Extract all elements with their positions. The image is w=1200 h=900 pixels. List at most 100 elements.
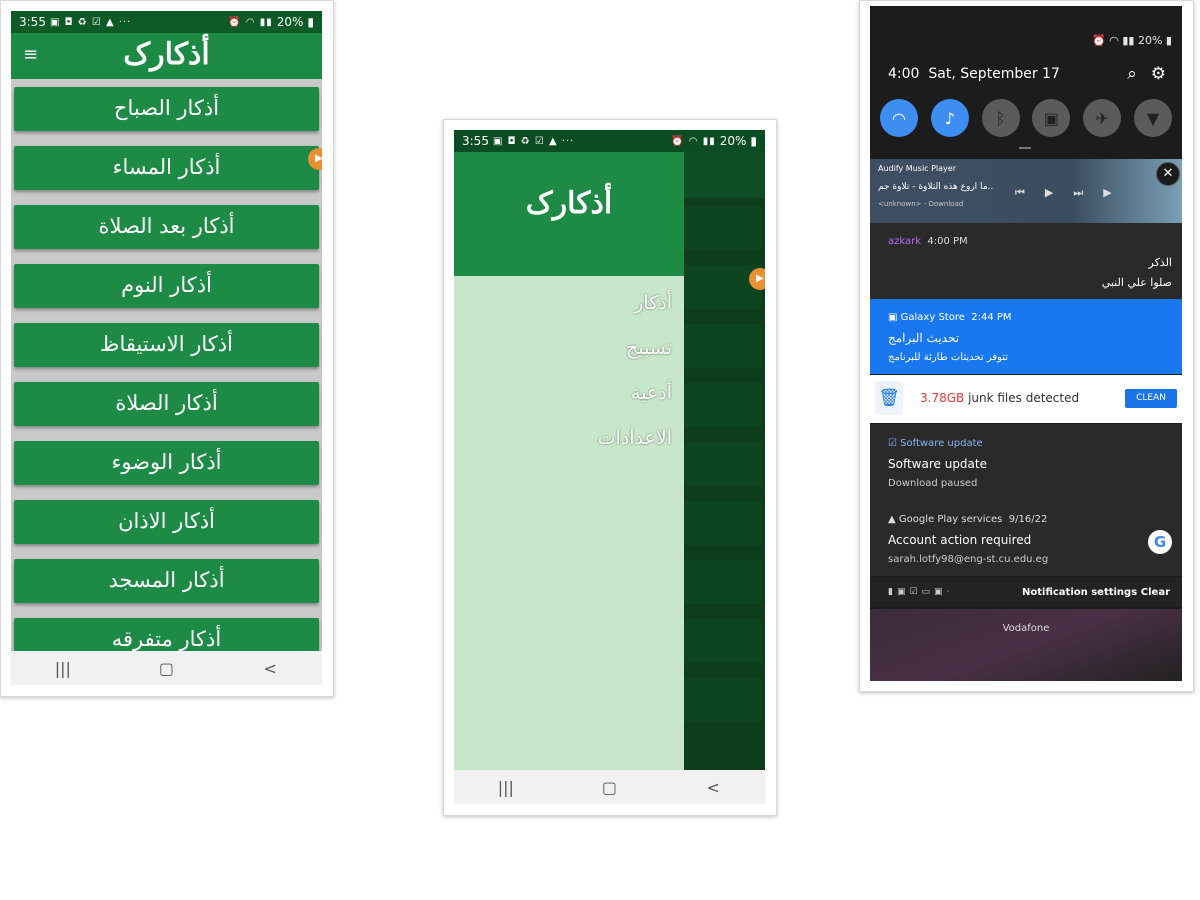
- dimmed-list-item: [684, 442, 762, 486]
- clean-button[interactable]: CLEAN: [1125, 389, 1177, 408]
- clear-button[interactable]: Clear: [1141, 587, 1170, 598]
- navigation-drawer: أذكارک أذكار تسبيح أدعية الاعدادات: [454, 152, 684, 770]
- drawer-menu: أذكار تسبيح أدعية الاعدادات: [598, 292, 672, 472]
- notification-azkark[interactable]: azkark 4:00 PM الذكر صلوا علي النبي: [870, 223, 1182, 304]
- airplane-mode-icon[interactable]: ✈: [1083, 99, 1122, 137]
- back-icon[interactable]: <: [698, 778, 728, 797]
- azkar-button-ablution[interactable]: أذكار الوضوء: [14, 441, 319, 485]
- notification-text: sarah.lotfy98@eng-st.cu.edu.eg: [888, 554, 1049, 565]
- home-icon[interactable]: ▢: [594, 778, 624, 797]
- app-bar: ≡ أذكارک: [11, 33, 322, 79]
- notification-software-update[interactable]: ☑ Software update Software update Downlo…: [870, 424, 1182, 501]
- azkar-button-waking[interactable]: أذكار الاستيقاظ: [14, 323, 319, 367]
- status-time: 3:55: [19, 15, 46, 29]
- notification-title: Software update: [888, 457, 987, 471]
- azkar-button-morning[interactable]: أذكار الصباح: [14, 87, 319, 131]
- notification-text: صلوا علي النبي: [1101, 276, 1172, 289]
- notification-header: ☑ Software update: [888, 438, 983, 449]
- dimmed-list-item: [684, 678, 762, 722]
- status-bar: 3:55 ▣ ◘ ♻ ☑ ▲ ··· ⏰ ◠ ▮▮ 20% ▮: [454, 130, 765, 152]
- status-bar: 3:55 ▣ ◘ ♻ ☑ ▲ ··· ⏰ ◠ ▮▮ 20% ▮: [11, 11, 322, 33]
- media-subtitle: <unknown> - Download: [878, 200, 964, 208]
- battery-text: 20%: [1137, 34, 1163, 47]
- notification-app: azkark: [888, 236, 922, 247]
- media-app-name: Audify Music Player: [878, 164, 956, 173]
- notification-settings-button[interactable]: Notification settings: [1022, 587, 1137, 598]
- phone-screenshot-main: 3:55 ▣ ◘ ♻ ☑ ▲ ··· ⏰ ◠ ▮▮ 20% ▮ ≡ أذكارک أذ…: [0, 0, 334, 697]
- clock: 4:00: [888, 66, 920, 82]
- battery-icon: ▮: [1162, 34, 1172, 47]
- play-icon[interactable]: ▶: [1045, 186, 1053, 200]
- junk-message: 3.78GB junk files detected: [920, 391, 1079, 405]
- previous-icon[interactable]: ⏮: [1015, 186, 1025, 200]
- media-notification[interactable]: Audify Music Player ما اروع هذه التلاوة …: [870, 159, 1182, 223]
- close-icon[interactable]: ✕: [1156, 162, 1180, 186]
- dimmed-app-bar: [684, 152, 765, 198]
- notification-header: azkark 4:00 PM: [888, 236, 968, 247]
- date-time: 4:00 Sat, September 17: [888, 66, 1060, 82]
- notification-junk[interactable]: 🗑 3.78GB junk files detected CLEAN: [870, 375, 1182, 423]
- phone-screenshot-drawer: 3:55 ▣ ◘ ♻ ☑ ▲ ··· ⏰ ◠ ▮▮ 20% ▮ ▶ أذكارک أذ…: [443, 119, 777, 816]
- galaxy-store-icon: ▣: [888, 312, 898, 323]
- signal-icon: ⏰ ◠ ▮▮: [671, 135, 716, 147]
- next-icon[interactable]: ⏭: [1073, 186, 1083, 200]
- battery-text: 20%: [276, 15, 304, 29]
- wifi-toggle-icon[interactable]: ◠: [880, 99, 918, 137]
- dimmed-list-item: [684, 206, 762, 250]
- signal-icon: ⏰ ◠ ▮▮: [228, 16, 273, 28]
- drawer-title: أذكارک: [525, 186, 613, 221]
- system-nav-bar: ||| ▢ <: [454, 770, 765, 804]
- notification-google-play[interactable]: ▲ Google Play services 9/16/22 Account a…: [870, 500, 1182, 576]
- update-icon: ☑: [888, 438, 897, 449]
- drag-handle[interactable]: [1019, 147, 1031, 149]
- flashlight-icon[interactable]: ▼: [1133, 99, 1172, 137]
- media-title: ما اروع هذه التلاوة - تلاوة جم..: [878, 182, 994, 192]
- recent-apps-icon[interactable]: |||: [491, 778, 521, 797]
- notification-galaxy-store[interactable]: ▣ Galaxy Store 2:44 PM تحديث البرامج تتو…: [870, 299, 1182, 374]
- search-icon[interactable]: ⌕: [1127, 64, 1137, 84]
- media-controls: ⏮ ▶ ⏭ ▶: [1015, 186, 1112, 200]
- notification-date: 9/16/22: [1008, 514, 1048, 525]
- azkar-button-mosque[interactable]: أذكار المسجد: [14, 559, 319, 603]
- notification-app: Software update: [900, 438, 983, 449]
- drawer-item-duas[interactable]: أدعية: [598, 382, 672, 427]
- notification-time: 4:00 PM: [927, 236, 968, 247]
- junk-text: junk files detected: [964, 391, 1080, 405]
- rotation-lock-icon[interactable]: ▣: [1032, 99, 1071, 137]
- notification-header: ▲ Google Play services 9/16/22: [888, 514, 1047, 525]
- status-icons: ⏰ ◠ ▮▮: [1092, 34, 1138, 47]
- notification-header: ▣ Galaxy Store 2:44 PM: [888, 312, 1012, 323]
- status-icons: ▣ ◘ ♻ ☑ ▲ ···: [49, 16, 132, 28]
- notification-app-icons: ▮▣☑▭▣·: [888, 587, 954, 597]
- carrier-name: Vodafone: [1002, 623, 1050, 634]
- azkar-button-adhan[interactable]: أذكار الاذان: [14, 500, 319, 544]
- azkar-button-after-prayer[interactable]: أذكار بعد الصلاة: [14, 205, 319, 249]
- status-time: 3:55: [462, 134, 489, 148]
- home-icon[interactable]: ▢: [151, 659, 181, 678]
- drawer-item-settings[interactable]: الاعدادات: [598, 427, 672, 472]
- azkar-button-sleep[interactable]: أذكار النوم: [14, 264, 319, 308]
- recent-apps-icon[interactable]: |||: [48, 659, 78, 678]
- dimmed-list-item: [684, 324, 762, 368]
- gear-icon[interactable]: ⚙: [1151, 64, 1166, 84]
- notification-app: Galaxy Store: [900, 312, 965, 323]
- shade-tools: ⌕ ⚙: [1127, 64, 1166, 84]
- floating-video-icon[interactable]: ▶: [749, 268, 765, 290]
- notification-title: Account action required: [888, 533, 1032, 547]
- trash-icon: 🗑: [875, 381, 903, 415]
- sound-toggle-icon[interactable]: ♪: [930, 99, 969, 137]
- azkar-button-evening[interactable]: أذكار المساء: [14, 146, 319, 190]
- battery-text: 20%: [719, 134, 747, 148]
- notification-title: تحديث البرامج: [888, 331, 960, 345]
- back-icon[interactable]: <: [255, 659, 285, 678]
- drawer-item-tasbeeh[interactable]: تسبيح: [598, 337, 672, 382]
- date: Sat, September 17: [928, 66, 1060, 82]
- phone-screenshot-notifications: ⏰ ◠ ▮▮ 20% ▮ 4:00 Sat, September 17 ⌕ ⚙ …: [859, 0, 1194, 692]
- bluetooth-toggle-icon[interactable]: ᛒ: [981, 99, 1020, 137]
- notification-app: Google Play services: [898, 514, 1003, 525]
- azkar-button-prayer[interactable]: أذكار الصلاة: [14, 382, 319, 426]
- battery-icon: ▮: [307, 15, 314, 29]
- drawer-item-azkar[interactable]: أذكار: [598, 292, 672, 337]
- system-nav-bar: ||| ▢ <: [11, 651, 322, 685]
- youtube-icon[interactable]: ▶: [1103, 186, 1111, 200]
